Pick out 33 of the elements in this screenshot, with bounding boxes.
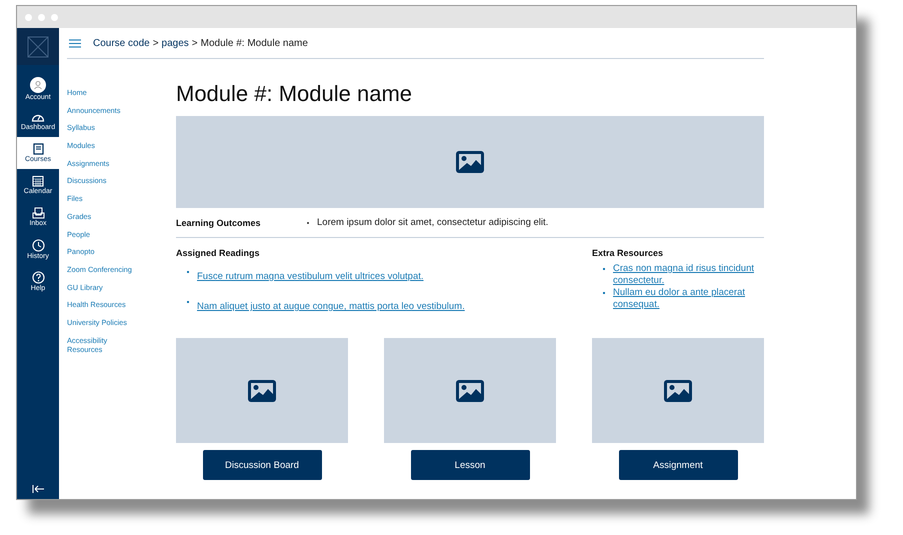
inbox-icon xyxy=(32,207,44,219)
section-heading: Assigned Readings xyxy=(176,248,261,258)
outcome-text: Lorem ipsum dolor sit amet, consectetur adipiscing elit. xyxy=(317,217,548,228)
breadcrumb-link[interactable]: Course code xyxy=(93,38,150,48)
card-button[interactable]: Discussion Board xyxy=(202,450,322,480)
page-title: Module #: Module name xyxy=(176,81,414,107)
breadcrumb-separator: > xyxy=(152,38,159,48)
window-dot[interactable] xyxy=(38,14,45,20)
image-icon xyxy=(663,378,693,402)
image-icon xyxy=(247,378,277,402)
breadcrumb-link[interactable]: pages xyxy=(162,38,189,48)
image-icon xyxy=(455,378,485,402)
clock-icon xyxy=(32,238,44,252)
avatar-icon xyxy=(30,77,46,93)
logo-placeholder xyxy=(17,28,59,65)
window-dot[interactable] xyxy=(25,14,32,20)
calendar-icon xyxy=(32,175,44,187)
card-button[interactable]: Assignment xyxy=(618,450,738,480)
book-icon xyxy=(32,143,44,155)
breadcrumb-separator: > xyxy=(192,38,198,48)
help-icon xyxy=(32,270,44,284)
window-dot[interactable] xyxy=(51,14,58,20)
breadcrumb-current: Module #: Module name xyxy=(200,38,308,48)
resource-link[interactable]: Cras non magna id risus tincidunt consectetur. xyxy=(613,263,764,287)
card-button[interactable]: Lesson xyxy=(410,450,530,480)
menu-icon[interactable] xyxy=(69,38,81,48)
image-icon xyxy=(455,150,485,174)
section-heading: Extra Resources xyxy=(592,248,664,258)
section-heading: Learning Outcomes xyxy=(176,218,262,228)
collapse-icon[interactable] xyxy=(32,485,44,493)
reading-link[interactable]: Nam aliquet justo at augue congue, mattis porta leo vestibulum. xyxy=(197,301,465,312)
reading-link[interactable]: Fusce rutrum magna vestibulum velit ultrices volutpat. xyxy=(197,271,424,282)
resource-link[interactable]: Nullam eu dolor a ante placerat consequat. xyxy=(613,287,764,311)
